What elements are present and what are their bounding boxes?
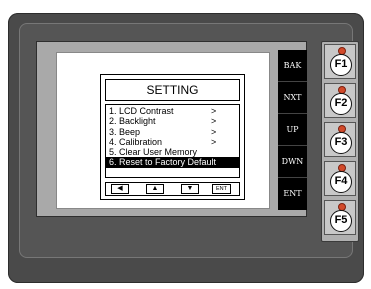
menu-item-label: 4. Calibration bbox=[109, 136, 163, 147]
menu-item-lcd-contrast[interactable]: 1. LCD Contrast > bbox=[106, 106, 239, 116]
left-arrow-button[interactable]: ◀ bbox=[111, 184, 129, 194]
menu-item-reset-factory-default[interactable]: 6. Reset to Factory Default bbox=[105, 157, 240, 168]
function-key-f5[interactable]: F5 bbox=[324, 200, 356, 235]
side-key-bak[interactable]: BAK bbox=[278, 50, 307, 82]
side-key-up[interactable]: UP bbox=[278, 114, 307, 146]
function-key-panel: F1 F2 F3 F4 F5 bbox=[321, 41, 359, 242]
submenu-arrow-icon: > bbox=[211, 136, 217, 147]
setting-dialog: SETTING 1. LCD Contrast > 2. Backlight >… bbox=[100, 74, 245, 200]
side-key-ent[interactable]: ENT bbox=[278, 178, 307, 210]
up-arrow-button[interactable]: ▲ bbox=[146, 184, 164, 194]
submenu-arrow-icon: > bbox=[211, 116, 217, 127]
menu-item-clear-user-memory[interactable]: 5. Clear User Memory bbox=[106, 147, 239, 157]
function-key-label: F1 bbox=[330, 54, 352, 76]
function-key-label: F3 bbox=[330, 132, 352, 154]
menu-item-label: 2. Backlight bbox=[109, 116, 156, 127]
function-key-f1[interactable]: F1 bbox=[324, 44, 356, 79]
menu-item-backlight[interactable]: 2. Backlight > bbox=[106, 116, 239, 126]
side-key-nxt[interactable]: NXT bbox=[278, 82, 307, 114]
menu-item-beep[interactable]: 3. Beep > bbox=[106, 127, 239, 137]
function-key-f4[interactable]: F4 bbox=[324, 161, 356, 196]
function-key-f3[interactable]: F3 bbox=[324, 122, 356, 157]
side-key-dwn[interactable]: DWN bbox=[278, 146, 307, 178]
menu-item-label: 5. Clear User Memory bbox=[109, 147, 198, 158]
submenu-arrow-icon: > bbox=[211, 126, 217, 137]
function-key-label: F4 bbox=[330, 171, 352, 193]
menu-item-label: 3. Beep bbox=[109, 126, 141, 137]
submenu-arrow-icon: > bbox=[211, 106, 217, 116]
function-key-label: F2 bbox=[330, 93, 352, 115]
enter-button[interactable]: ENT bbox=[212, 184, 231, 194]
nav-button-row: ◀ ▲ ▼ ENT bbox=[105, 182, 240, 196]
lcd-display: SETTING 1. LCD Contrast > 2. Backlight >… bbox=[56, 52, 270, 209]
down-arrow-button[interactable]: ▼ bbox=[181, 184, 199, 194]
menu-item-calibration[interactable]: 4. Calibration > bbox=[106, 137, 239, 147]
side-key-column: BAK NXT UP DWN ENT bbox=[278, 50, 307, 210]
function-key-label: F5 bbox=[330, 210, 352, 232]
menu-item-label: 1. LCD Contrast bbox=[109, 106, 174, 116]
dialog-title: SETTING bbox=[105, 79, 240, 101]
screen-frame: SETTING 1. LCD Contrast > 2. Backlight >… bbox=[36, 41, 307, 217]
menu-item-label: 6. Reset to Factory Default bbox=[109, 157, 217, 168]
setting-menu: 1. LCD Contrast > 2. Backlight > 3. Beep… bbox=[105, 104, 240, 178]
function-key-f2[interactable]: F2 bbox=[324, 83, 356, 118]
